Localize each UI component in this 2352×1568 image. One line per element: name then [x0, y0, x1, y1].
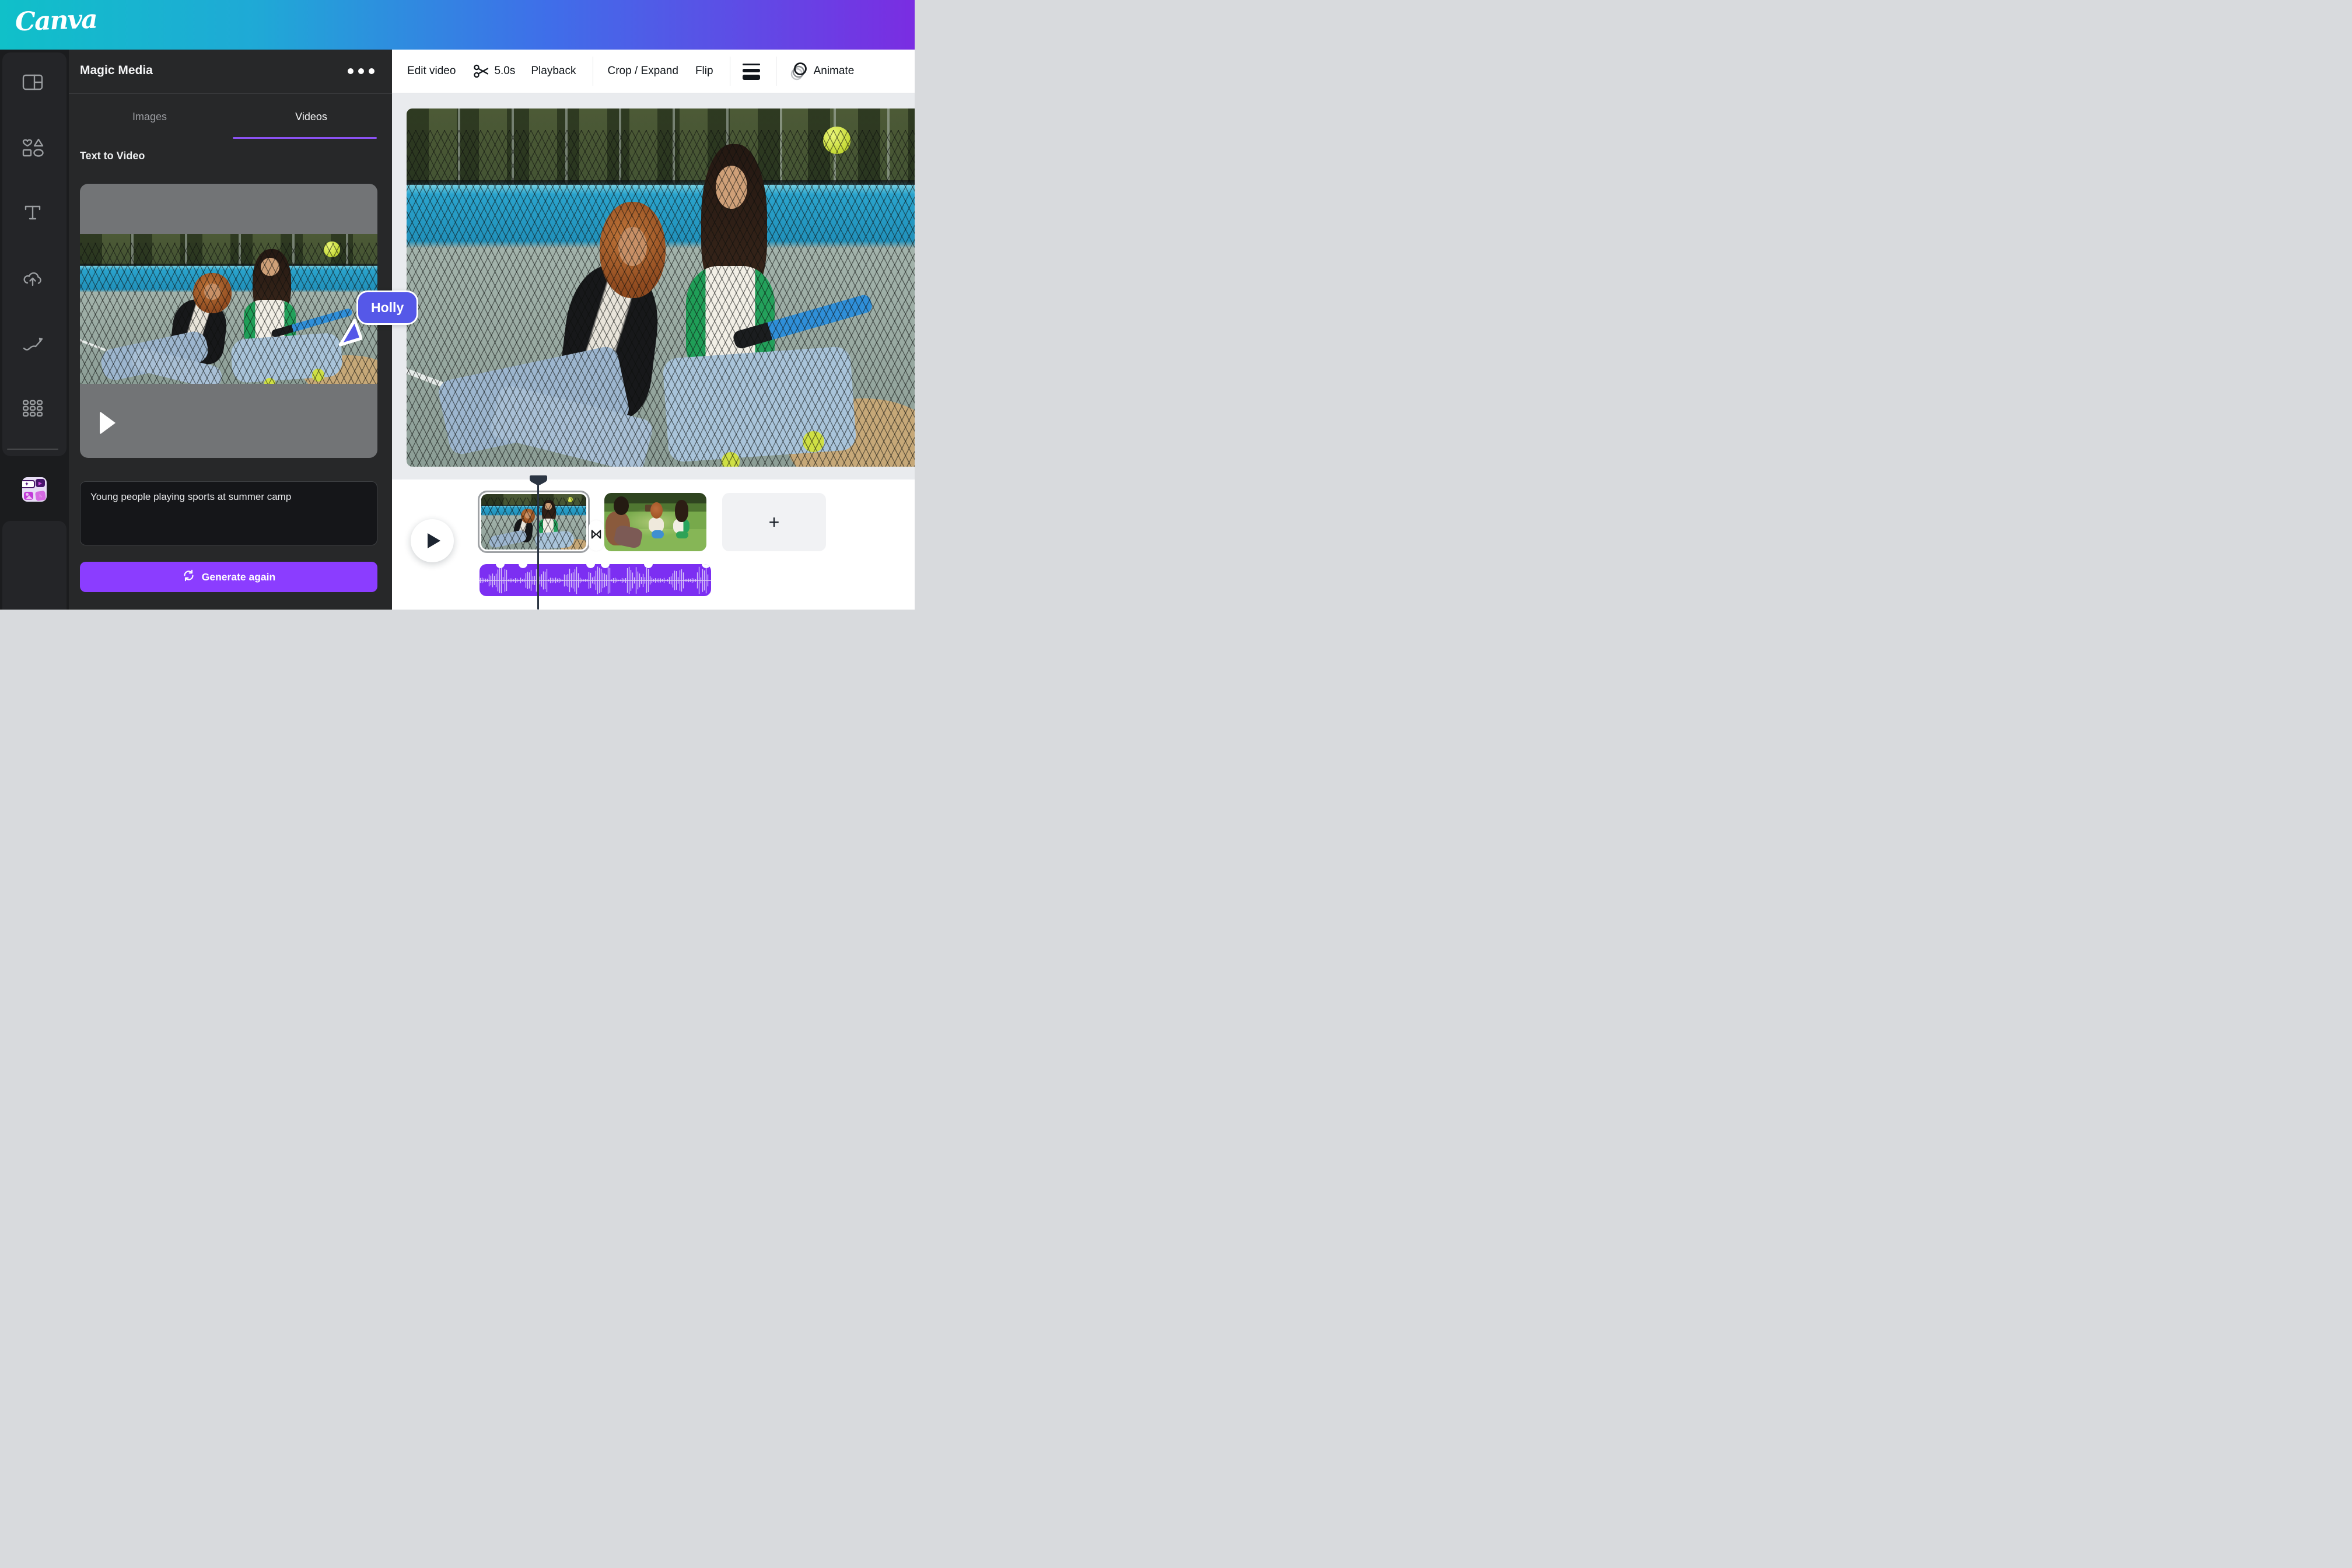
- canvas-area: [392, 93, 915, 480]
- sidebar-item-draw[interactable]: [20, 331, 46, 357]
- collaborator-name-badge: Holly: [356, 290, 419, 325]
- sidebar-item-text[interactable]: [20, 201, 46, 226]
- prompt-input[interactable]: Young people playing sports at summer ca…: [80, 481, 377, 545]
- sidebar-item-uploads[interactable]: [20, 267, 46, 292]
- canvas-photo: [407, 108, 915, 467]
- clip-2-thumbnail: [604, 493, 706, 551]
- animate-label: Animate: [813, 65, 855, 77]
- clip-1-thumbnail: [481, 494, 586, 550]
- clip-duration-value: 5.0s: [494, 65, 516, 77]
- transition-button[interactable]: [589, 520, 604, 551]
- refresh-icon: [182, 569, 195, 585]
- tab-images[interactable]: Images: [69, 94, 230, 139]
- sidebar-item-elements[interactable]: [20, 136, 46, 162]
- sidebar-item-apps[interactable]: [20, 397, 46, 422]
- more-options-button[interactable]: [348, 68, 374, 74]
- generate-again-label: Generate again: [201, 570, 276, 583]
- tab-videos[interactable]: Videos: [230, 94, 392, 139]
- panel-title: Magic Media: [80, 64, 153, 77]
- animate-motion-icon: [788, 61, 809, 82]
- plus-icon: +: [768, 511, 780, 533]
- generate-again-button[interactable]: Generate again: [80, 562, 377, 592]
- magic-media-play-icon: ▶: [36, 479, 45, 487]
- shapes-icon: [22, 138, 44, 160]
- timeline-play-button[interactable]: [411, 519, 454, 562]
- media-type-tabs: Images Videos: [69, 94, 392, 139]
- design-grid-icon: [22, 74, 43, 93]
- timeline-clip-2[interactable]: [604, 493, 706, 551]
- edit-video-button[interactable]: Edit video: [407, 65, 456, 78]
- trim-duration-button[interactable]: 5.0s: [473, 63, 515, 79]
- position-lines-button[interactable]: [742, 62, 761, 80]
- playhead-line: [537, 483, 539, 610]
- canvas-video-frame[interactable]: [407, 108, 915, 467]
- generated-video-card[interactable]: [80, 184, 377, 458]
- audio-track[interactable]: [480, 564, 711, 596]
- transition-bowtie-icon: [590, 528, 602, 543]
- sidebar-bottom-section: [2, 521, 66, 610]
- playhead-marker[interactable]: [530, 475, 547, 485]
- sidebar-top-section: [2, 52, 66, 456]
- magic-media-sparkle-icon: ✦: [22, 480, 35, 488]
- playback-button[interactable]: Playback: [531, 65, 576, 78]
- audio-waveform-svg: [480, 566, 711, 594]
- lines-menu-icon: [742, 62, 761, 80]
- sidebar-item-design[interactable]: [20, 71, 46, 96]
- text-icon: [23, 204, 42, 223]
- magic-media-image-icon: [24, 492, 33, 500]
- timeline-clip-1-selected[interactable]: [478, 491, 590, 553]
- play-icon: [428, 533, 440, 548]
- sidebar-item-magic-media[interactable]: ✦ ▶ ♄: [22, 477, 47, 502]
- active-tab-underline: [233, 137, 377, 139]
- context-toolbar: Edit video 5.0s Playback Crop / Expand F…: [392, 50, 915, 93]
- animate-button[interactable]: Animate: [788, 61, 855, 82]
- sidebar-rail: ✦ ▶ ♄: [0, 50, 69, 610]
- draw-icon: [22, 334, 43, 355]
- play-icon[interactable]: [100, 411, 116, 435]
- magic-media-planet-icon: ♄: [34, 490, 47, 502]
- apps-grid-icon: [22, 400, 43, 420]
- sidebar-divider: [7, 449, 58, 450]
- crop-expand-button[interactable]: Crop / Expand: [607, 65, 678, 78]
- canva-logo: Canva: [15, 4, 97, 37]
- timeline: +: [392, 475, 915, 610]
- cloud-upload-icon: [22, 270, 43, 290]
- add-clip-button[interactable]: +: [722, 493, 826, 551]
- text-to-video-label: Text to Video: [80, 150, 145, 162]
- collaborator-cursor-arrow-icon: [335, 318, 363, 348]
- generated-video-thumbnail: [80, 234, 377, 384]
- app-header: Canva: [0, 0, 915, 50]
- canva-app-window: Canva ✦ ▶ ♄ Magic Media Images Videos Te…: [0, 0, 915, 610]
- flip-button[interactable]: Flip: [695, 65, 713, 78]
- scissors-icon: [473, 63, 489, 79]
